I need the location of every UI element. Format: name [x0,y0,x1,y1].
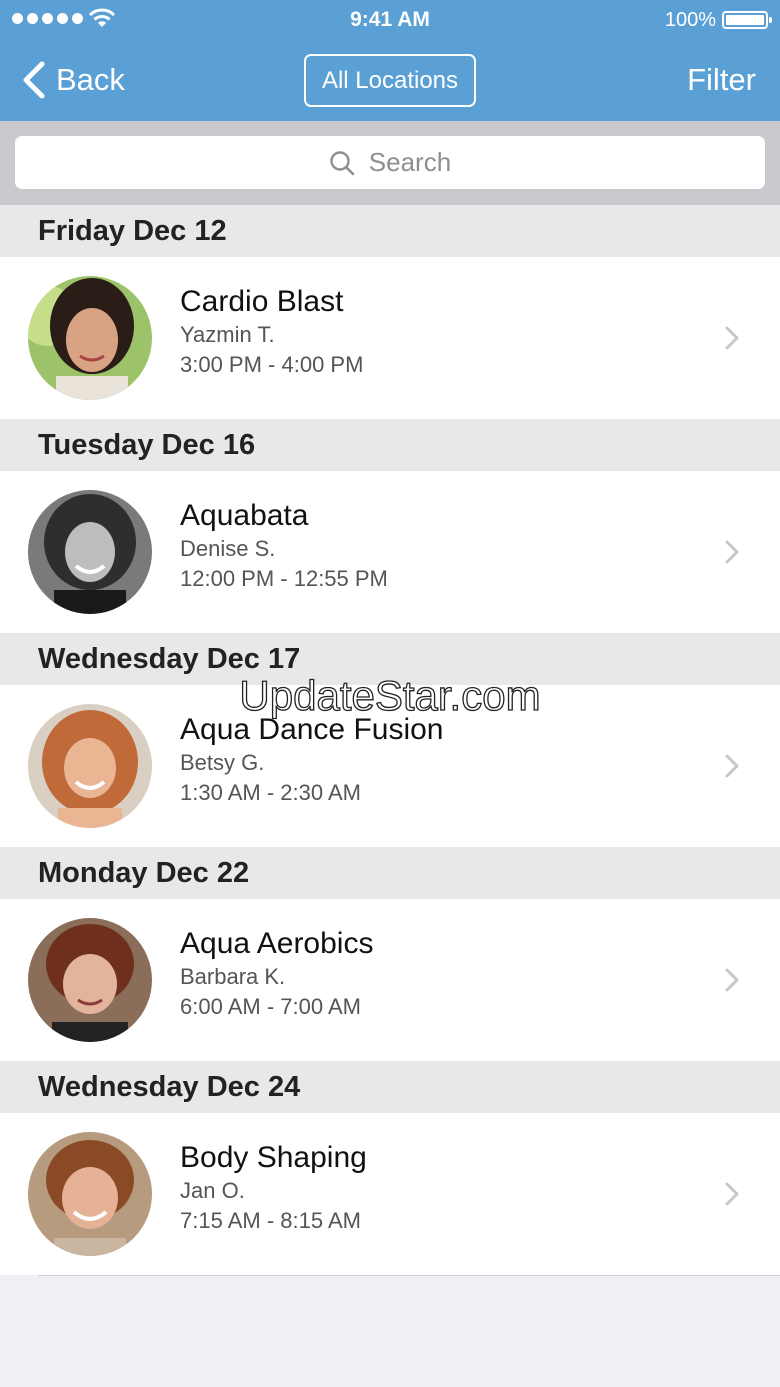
class-row[interactable]: Aqua Aerobics Barbara K. 6:00 AM - 7:00 … [0,899,780,1061]
chevron-right-icon [725,540,739,564]
search-placeholder: Search [368,147,452,177]
class-row[interactable]: Aqua Dance Fusion Betsy G. 1:30 AM - 2:3… [0,685,780,847]
navigation-bar: Back All Locations Filter [0,40,780,121]
chevron-right-icon [725,968,739,992]
status-bar: 9:41 AM 100% [0,0,780,40]
status-time: 9:41 AM [350,8,430,31]
class-row[interactable]: Body Shaping Jan O. 7:15 AM - 8:15 AM [0,1113,780,1275]
battery-percent: 100% [664,9,716,31]
top-bar: 9:41 AM 100% Back All Locations Filter [0,0,780,121]
section-header: Monday Dec 22 [0,847,780,899]
all-locations-button[interactable]: All Locations [304,54,476,107]
class-time: 7:15 AM - 8:15 AM [180,1208,361,1233]
class-time: 6:00 AM - 7:00 AM [180,994,361,1019]
back-label: Back [56,62,125,97]
battery-icon [722,11,772,29]
class-info: Aqua Dance Fusion Betsy G. 1:30 AM - 2:3… [180,712,444,808]
class-time: 1:30 AM - 2:30 AM [180,780,361,805]
class-name: Body Shaping [180,1141,367,1174]
chevron-left-icon [23,61,45,99]
class-info: Aqua Aerobics Barbara K. 6:00 AM - 7:00 … [180,926,373,1022]
class-schedule-list: Friday Dec 12 Cardio Blast Yazmin T. 3:0… [0,205,780,1276]
chevron-right-icon [725,754,739,778]
search-input[interactable]: Search [15,136,765,189]
instructor-name: Barbara K. [180,964,286,989]
class-info: Aquabata Denise S. 12:00 PM - 12:55 PM [180,498,388,594]
chevron-right-icon [725,326,739,350]
instructor-avatar [28,490,152,614]
instructor-avatar [28,918,152,1042]
class-row[interactable]: Aquabata Denise S. 12:00 PM - 12:55 PM [0,471,780,633]
section-header: Tuesday Dec 16 [0,419,780,471]
class-name: Aqua Aerobics [180,927,374,960]
instructor-name: Denise S. [180,536,276,561]
instructor-name: Yazmin T. [180,322,275,347]
instructor-name: Betsy G. [180,750,265,775]
chevron-right-icon [725,1182,739,1206]
class-time: 3:00 PM - 4:00 PM [180,352,364,377]
section-header: Wednesday Dec 24 [0,1061,780,1113]
search-icon [330,150,355,175]
class-info: Body Shaping Jan O. 7:15 AM - 8:15 AM [180,1140,367,1236]
section-header: Friday Dec 12 [0,205,780,257]
class-info: Cardio Blast Yazmin T. 3:00 PM - 4:00 PM [180,284,363,380]
instructor-avatar [28,276,152,400]
class-name: Aqua Dance Fusion [180,713,444,746]
class-row[interactable]: Cardio Blast Yazmin T. 3:00 PM - 4:00 PM [0,257,780,419]
filter-button[interactable]: Filter [687,62,756,98]
section-header: Wednesday Dec 17 [0,633,780,685]
list-end-divider [38,1275,780,1276]
class-name: Cardio Blast [180,285,344,318]
instructor-avatar [28,704,152,828]
class-time: 12:00 PM - 12:55 PM [180,566,388,591]
search-bar: Search [0,121,780,205]
instructor-avatar [28,1132,152,1256]
back-button[interactable]: Back [20,58,125,102]
instructor-name: Jan O. [180,1178,245,1203]
class-name: Aquabata [180,499,309,532]
